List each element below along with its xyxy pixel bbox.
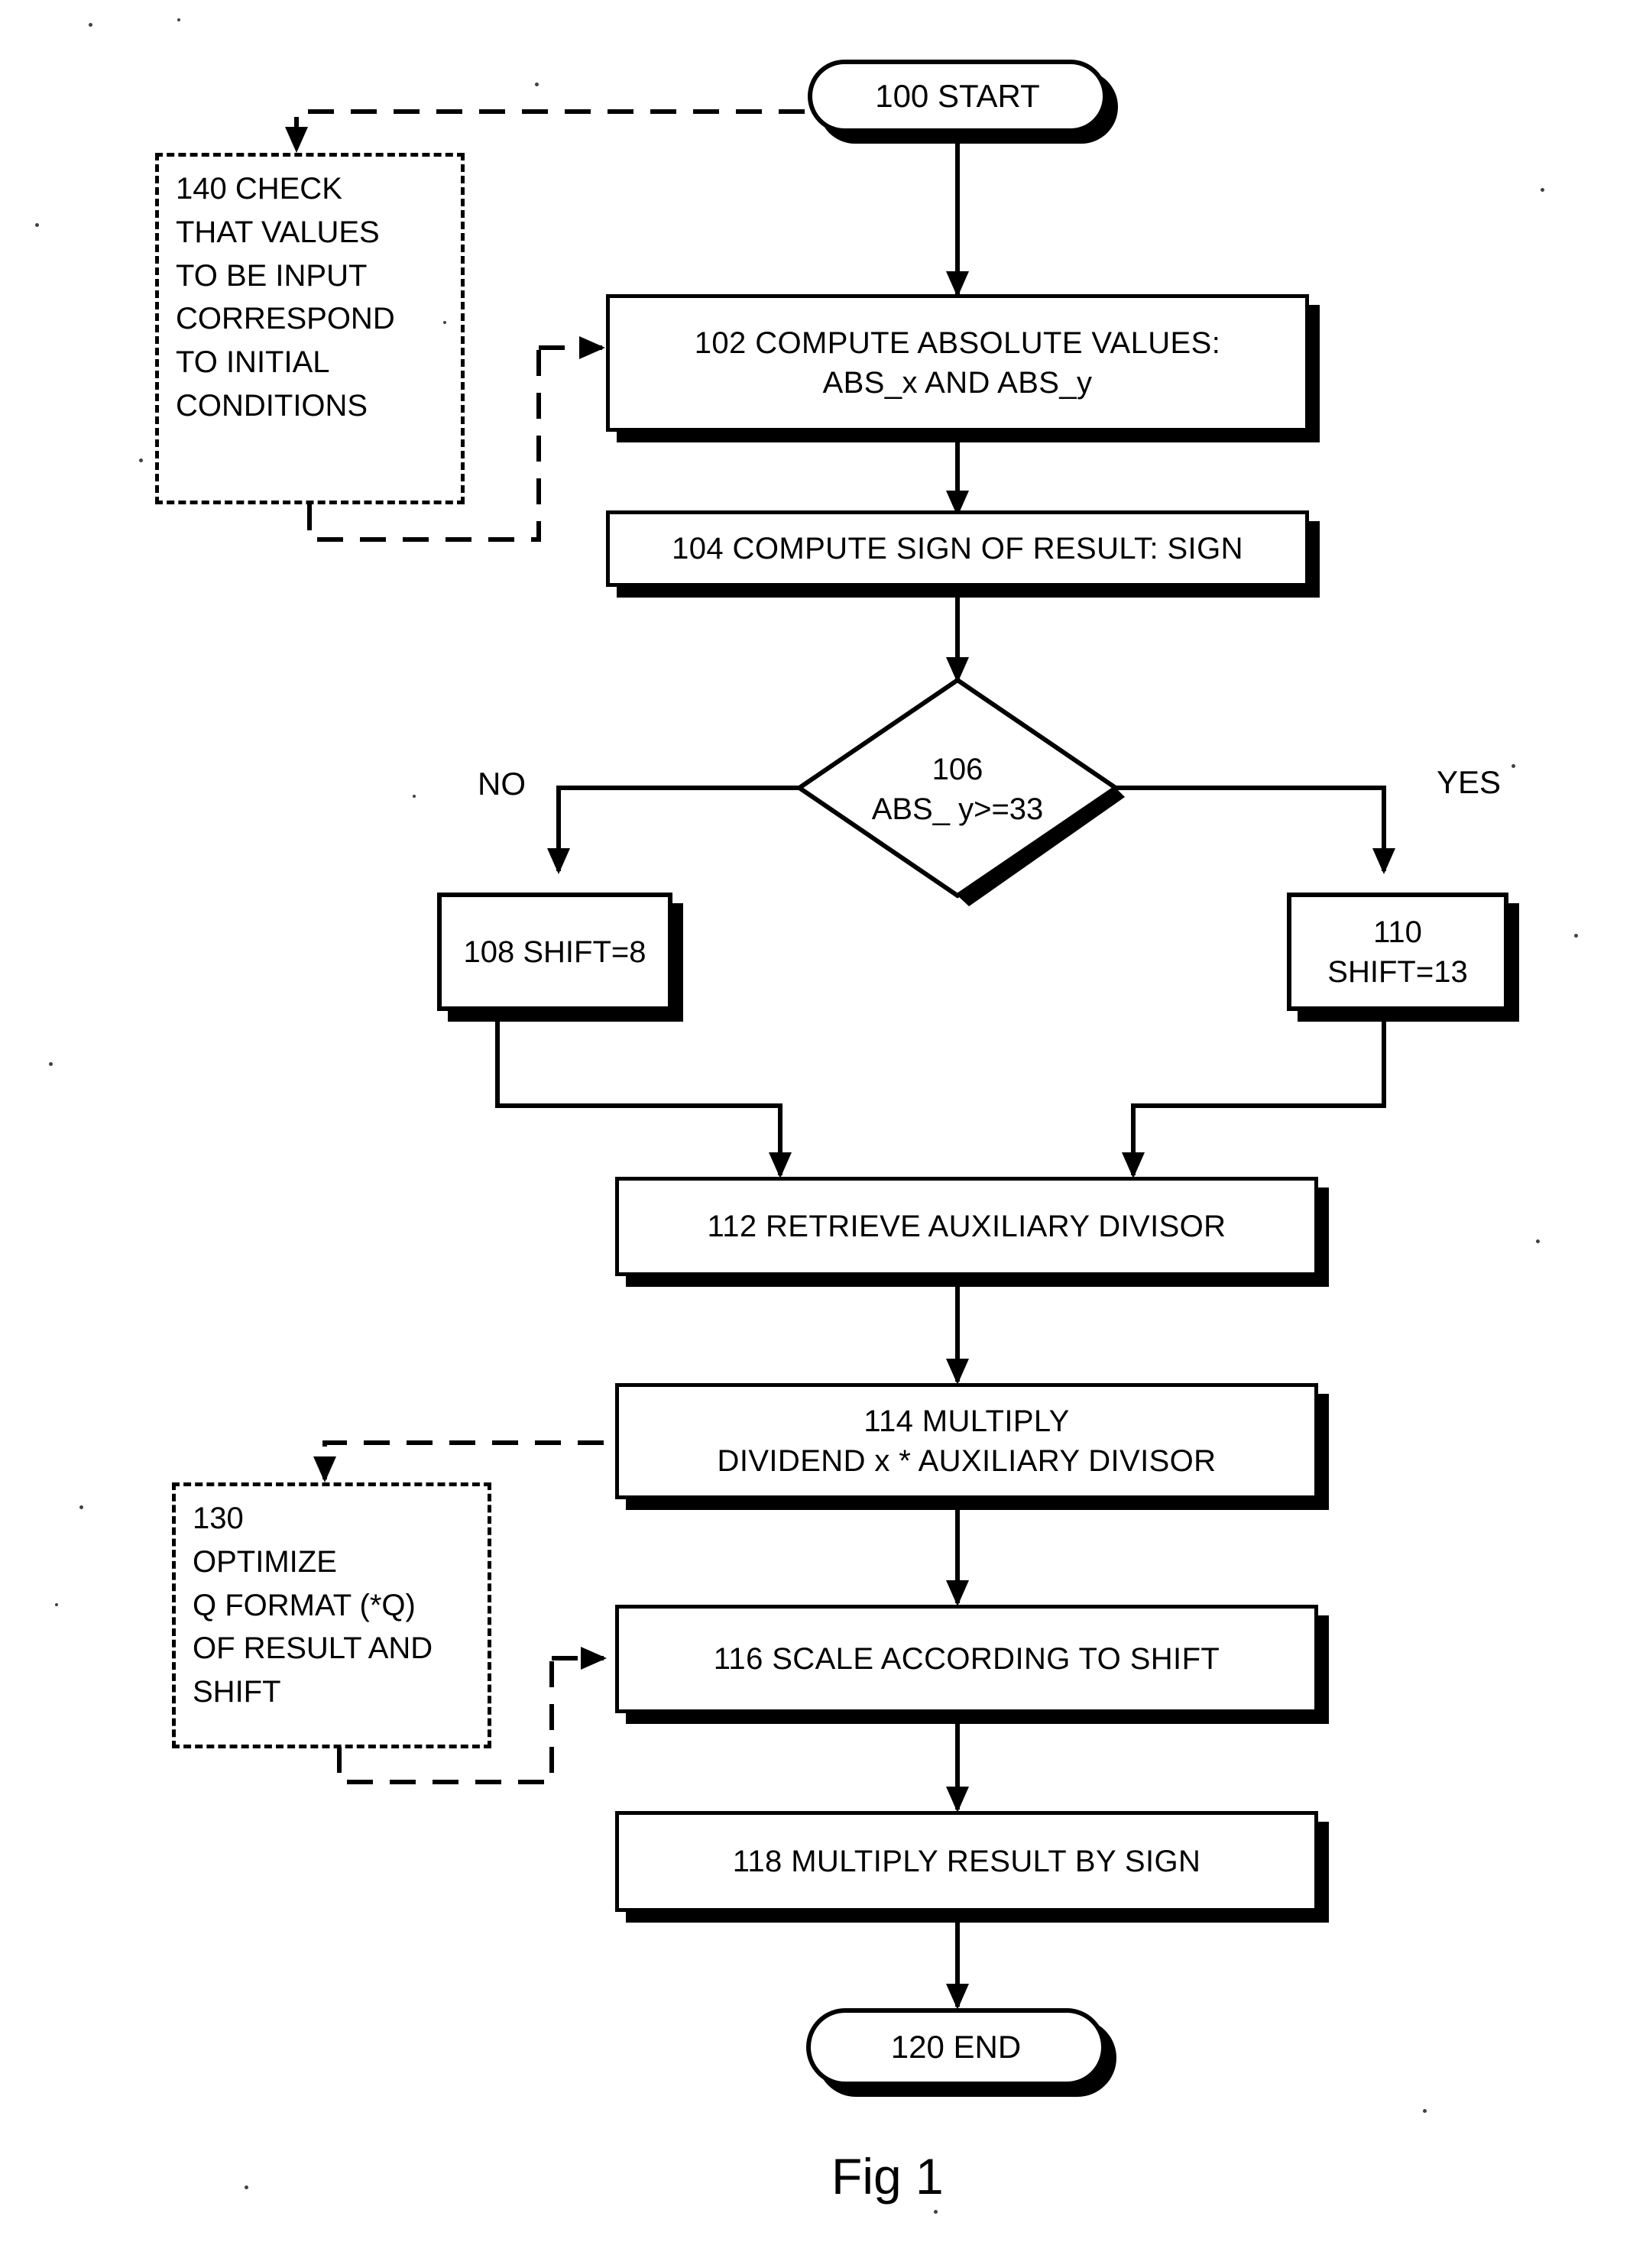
node-scale[interactable]: 116 SCALE ACCORDING TO SHIFT [615,1605,1318,1713]
node-compute-sign[interactable]: 104 COMPUTE SIGN OF RESULT: SIGN [606,510,1309,587]
scan-speck [35,223,39,227]
node-compute-abs[interactable]: 102 COMPUTE ABSOLUTE VALUES: ABS_x AND A… [606,294,1309,432]
node-check-inputs[interactable]: 140 CHECK THAT VALUES TO BE INPUT CORRES… [155,153,465,504]
node-check-inputs-label: 140 CHECK THAT VALUES TO BE INPUT CORRES… [176,172,395,423]
edge-label-no-text: NO [478,766,526,802]
node-shift8-label: 108 SHIFT=8 [463,935,646,969]
edge-label-yes: YES [1437,764,1501,801]
node-multiply-sign[interactable]: 118 MULTIPLY RESULT BY SIGN [615,1811,1318,1912]
scan-speck [1574,934,1578,938]
node-compute-abs-label: 102 COMPUTE ABSOLUTE VALUES: ABS_x AND A… [694,326,1221,400]
scan-speck [1536,1239,1540,1243]
node-end[interactable]: 120 END [806,2008,1106,2086]
scan-speck [413,795,416,798]
node-end-label: 120 END [890,2028,1022,2065]
scan-speck [49,1062,53,1066]
node-decision[interactable]: 106 ABS_ y>=33 [801,724,1114,854]
scan-speck [139,458,143,462]
node-multiply[interactable]: 114 MULTIPLY DIVIDEND x * AUXILIARY DIVI… [615,1383,1318,1499]
node-shift13[interactable]: 110 SHIFT=13 [1287,893,1508,1011]
node-start-label: 100 START [875,77,1040,114]
node-scale-label: 116 SCALE ACCORDING TO SHIFT [713,1642,1220,1676]
node-optimize-q-label: 130 OPTIMIZE Q FORMAT (*Q) OF RESULT AND… [193,1502,433,1709]
scan-speck [245,2185,248,2189]
scan-speck [1423,2109,1427,2113]
scan-speck [934,2210,938,2214]
node-shift13-label: 110 SHIFT=13 [1327,915,1468,989]
figure-caption-text: Fig 1 [831,2148,944,2205]
scan-speck [177,18,180,21]
edge-label-no: NO [478,766,526,802]
scan-speck [79,1505,83,1509]
node-retrieve-divisor-label: 112 RETRIEVE AUXILIARY DIVISOR [707,1210,1226,1243]
scan-speck [89,23,92,27]
figure-canvas: 100 START 140 CHECK THAT VALUES TO BE IN… [0,0,1646,2268]
node-optimize-q[interactable]: 130 OPTIMIZE Q FORMAT (*Q) OF RESULT AND… [172,1482,491,1748]
edge-label-yes-text: YES [1437,764,1502,800]
node-multiply-label: 114 MULTIPLY DIVIDEND x * AUXILIARY DIVI… [717,1405,1217,1478]
scan-speck [535,83,539,86]
node-decision-label: 106 ABS_ y>=33 [871,753,1044,826]
node-shift8[interactable]: 108 SHIFT=8 [437,893,672,1011]
node-multiply-sign-label: 118 MULTIPLY RESULT BY SIGN [732,1845,1201,1878]
node-start[interactable]: 100 START [808,60,1107,133]
node-retrieve-divisor[interactable]: 112 RETRIEVE AUXILIARY DIVISOR [615,1177,1318,1276]
figure-caption: Fig 1 [831,2147,944,2205]
node-compute-sign-label: 104 COMPUTE SIGN OF RESULT: SIGN [672,532,1243,565]
scan-speck [1512,764,1515,768]
scan-speck [1541,188,1544,192]
scan-speck [55,1603,58,1606]
